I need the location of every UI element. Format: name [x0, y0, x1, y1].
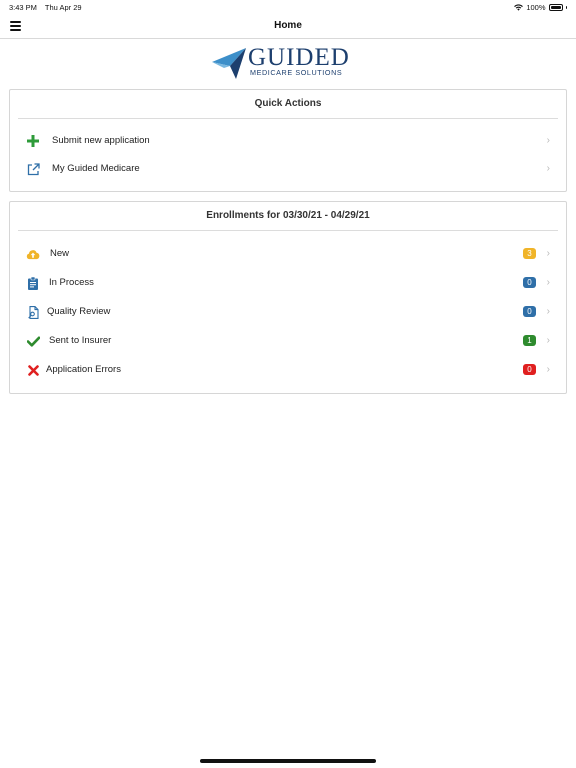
logo-mark-icon: [212, 48, 246, 79]
quick-actions-title: Quick Actions: [18, 90, 558, 119]
plus-icon: [26, 134, 40, 148]
nav-bar: Home: [0, 14, 576, 39]
battery-percent: 100%: [526, 3, 546, 12]
home-indicator[interactable]: [200, 759, 376, 763]
page-title: Home: [274, 20, 302, 31]
status-time: 3:43 PM: [9, 3, 37, 12]
quality-review-count-badge: 0: [523, 306, 536, 317]
enrollment-quality-review-item[interactable]: Quality Review 0 ›: [10, 298, 566, 327]
chevron-right-icon: ›: [546, 163, 550, 174]
in-process-count-badge: 0: [523, 277, 536, 288]
chevron-right-icon: ›: [546, 364, 550, 375]
logo-subtitle: MEDICARE SOLUTIONS: [250, 68, 343, 77]
enrollment-application-errors-label: Application Errors: [46, 364, 121, 375]
enrollment-sent-to-insurer-item[interactable]: Sent to Insurer 1 ›: [10, 327, 566, 356]
status-date: Thu Apr 29: [44, 3, 82, 12]
enrollment-quality-review-label: Quality Review: [47, 306, 111, 317]
enrollment-new-label: New: [50, 248, 70, 259]
application-errors-count-badge: 0: [523, 364, 536, 375]
enrollment-in-process-label: In Process: [49, 277, 94, 288]
external-link-icon: [26, 162, 40, 176]
sent-to-insurer-count-badge: 1: [523, 335, 536, 346]
cloud-upload-icon: [26, 247, 40, 261]
battery-icon: [548, 4, 563, 11]
submit-new-application-label: Submit new application: [52, 135, 150, 146]
chevron-right-icon: ›: [546, 248, 550, 259]
guided-medicare-logo: GUIDED MEDICARE SOLUTIONS: [210, 44, 360, 82]
chevron-right-icon: ›: [546, 277, 550, 288]
status-bar: 3:43 PM Thu Apr 29 100%: [0, 0, 576, 14]
enrollment-sent-to-insurer-label: Sent to Insurer: [49, 335, 112, 346]
document-search-icon: [26, 305, 40, 319]
enrollment-in-process-item[interactable]: In Process 0 ›: [10, 269, 566, 298]
submit-new-application-item[interactable]: Submit new application ›: [10, 127, 566, 155]
wifi-icon: [514, 4, 524, 11]
quick-actions-card: Quick Actions Submit new application › M…: [9, 89, 567, 192]
chevron-right-icon: ›: [546, 335, 550, 346]
checkmark-icon: [26, 334, 40, 348]
enrollment-application-errors-item[interactable]: Application Errors 0 ›: [10, 356, 566, 385]
chevron-right-icon: ›: [546, 306, 550, 317]
new-count-badge: 3: [523, 248, 536, 259]
enrollment-new-item[interactable]: New 3 ›: [10, 240, 566, 269]
enrollments-title: Enrollments for 03/30/21 - 04/29/21: [18, 202, 558, 231]
my-guided-medicare-label: My Guided Medicare: [52, 163, 140, 174]
chevron-right-icon: ›: [546, 135, 550, 146]
enrollments-card: Enrollments for 03/30/21 - 04/29/21 New …: [9, 201, 567, 394]
clipboard-icon: [26, 276, 40, 290]
my-guided-medicare-item[interactable]: My Guided Medicare ›: [10, 155, 566, 183]
x-icon: [26, 363, 40, 377]
